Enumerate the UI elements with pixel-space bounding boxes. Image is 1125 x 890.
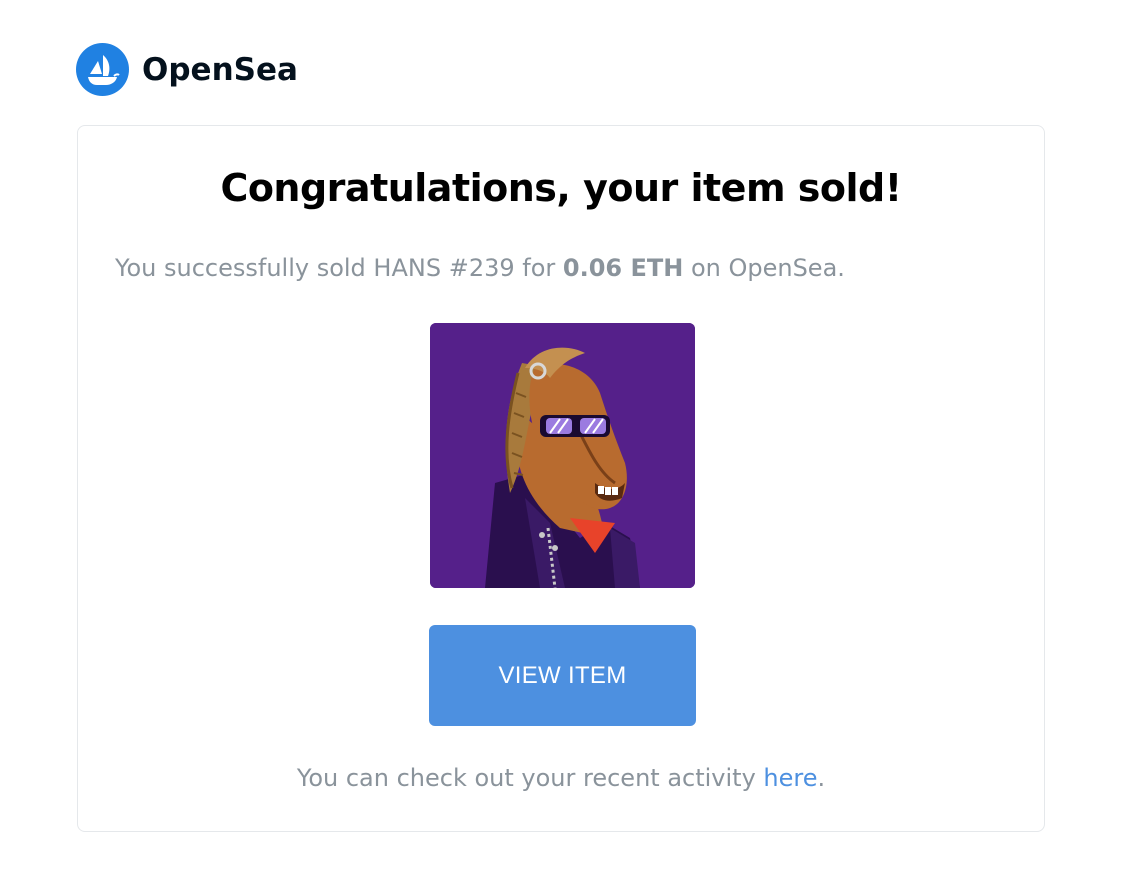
sale-summary: You successfully sold HANS #239 for 0.06…	[115, 254, 845, 282]
activity-note-suffix: .	[817, 764, 826, 792]
sale-summary-prefix: You successfully sold HANS #239 for	[115, 254, 563, 282]
activity-note: You can check out your recent activity h…	[78, 764, 1044, 792]
activity-here-link[interactable]: here	[763, 764, 817, 792]
horse-nft-image[interactable]	[430, 323, 695, 588]
notification-card: Congratulations, your item sold! You suc…	[77, 125, 1045, 832]
headline: Congratulations, your item sold!	[220, 166, 902, 210]
email-page: OpenSea Congratulations, your item sold!…	[0, 0, 1125, 890]
sale-summary-suffix: on OpenSea.	[683, 254, 845, 282]
opensea-ship-icon	[76, 43, 129, 96]
activity-note-prefix: You can check out your recent activity	[296, 764, 764, 792]
brand-name: OpenSea	[142, 51, 298, 88]
view-item-button[interactable]: VIEW ITEM	[429, 625, 696, 726]
opensea-logo[interactable]: OpenSea	[76, 43, 298, 96]
sale-price: 0.06 ETH	[562, 254, 684, 282]
